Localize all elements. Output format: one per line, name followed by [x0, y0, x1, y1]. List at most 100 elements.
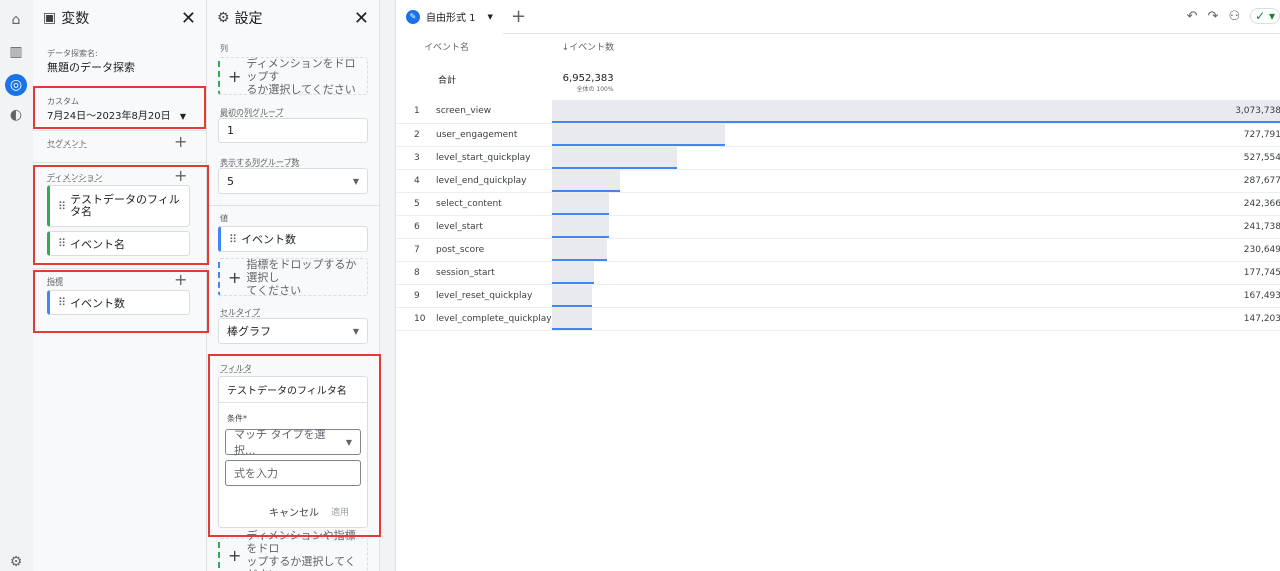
columns-label: 列	[220, 44, 228, 53]
row-event-name[interactable]: level_start_quickplay	[436, 146, 552, 170]
value-bar	[551, 192, 610, 215]
settings-title: 設定	[234, 11, 263, 27]
home-icon[interactable]: ⌂	[7, 11, 25, 29]
row-value-cell: 177,745	[551, 261, 1280, 285]
row-value: 167,493	[1243, 290, 1280, 301]
row-value-cell: 287,677	[551, 169, 1280, 193]
filter-drop-zone[interactable]: + ディメンションや指標をドロ ップするか選択してください	[218, 529, 368, 571]
add-segment-icon[interactable]: +	[174, 132, 187, 151]
table-row[interactable]: 2 user_engagement 727,791	[396, 123, 1280, 147]
reports-icon[interactable]: ▥	[7, 43, 25, 61]
row-value: 230,649	[1243, 244, 1280, 255]
row-value-cell: 147,203	[551, 307, 1280, 331]
settings-gear-icon[interactable]: ⚙	[7, 553, 25, 571]
row-value: 177,745	[1243, 267, 1280, 278]
display-column-groups-value: 5	[227, 174, 234, 188]
plus-icon: +	[228, 267, 242, 287]
value-bar	[551, 123, 725, 146]
row-event-name[interactable]: user_engagement	[436, 123, 552, 147]
row-index: 3	[396, 146, 436, 170]
row-value-cell: 167,493	[551, 284, 1280, 308]
plus-icon: +	[228, 66, 242, 86]
table-row[interactable]: 3 level_start_quickplay 527,554	[396, 146, 1280, 170]
row-value-cell: 241,738	[551, 215, 1280, 239]
gear-icon: ⚙	[217, 10, 230, 26]
total-value: 6,952,383	[562, 73, 614, 84]
value-bar	[551, 261, 594, 284]
row-event-name[interactable]: screen_view	[436, 100, 552, 124]
divider	[207, 205, 380, 206]
row-value: 287,677	[1243, 175, 1280, 186]
table-row[interactable]: 6 level_start 241,738	[396, 215, 1280, 239]
variables-icon: ▣	[43, 10, 57, 26]
table-row[interactable]: 9 level_reset_quickplay 167,493	[396, 284, 1280, 308]
row-event-name[interactable]: post_score	[436, 238, 552, 262]
tab-freeform[interactable]: ✎ 自由形式 1 ▼	[396, 0, 503, 34]
column-header-metric[interactable]: ↓イベント数	[552, 34, 1280, 58]
table-row[interactable]: 10 level_complete_quickplay 147,203	[396, 307, 1280, 331]
value-chip-label: イベント数	[241, 233, 297, 246]
add-tab-icon[interactable]: +	[511, 6, 526, 27]
advertising-icon[interactable]: ◐	[7, 106, 25, 124]
value-bar	[551, 100, 1280, 123]
first-column-group-input[interactable]: 1	[218, 118, 368, 143]
table-row[interactable]: 1 screen_view 3,073,738	[396, 100, 1280, 124]
row-index: 7	[396, 238, 436, 262]
row-event-name[interactable]: session_start	[436, 261, 552, 285]
undo-icon[interactable]: ↶	[1187, 9, 1198, 24]
value-bar	[551, 146, 678, 169]
row-index: 1	[396, 100, 436, 124]
row-value-cell: 527,554	[551, 146, 1280, 170]
cell-type-select[interactable]: 棒グラフ ▼	[218, 318, 368, 344]
chevron-down-icon[interactable]: ▼	[488, 13, 493, 21]
display-column-groups-label: 表示する列グループ数	[220, 158, 300, 167]
display-column-groups-select[interactable]: 5 ▼	[218, 168, 368, 194]
drag-handle-icon[interactable]: ⠿	[229, 233, 237, 246]
tab-label: 自由形式 1	[426, 13, 476, 24]
row-event-name[interactable]: select_content	[436, 192, 552, 216]
report-table: イベント名 ↓イベント数 合計 6,952,383 全体の 100% 1 scre…	[396, 34, 1280, 331]
value-bar	[551, 169, 621, 192]
status-check-icon[interactable]: ✓ ▾	[1250, 8, 1280, 24]
row-event-name[interactable]: level_end_quickplay	[436, 169, 552, 193]
highlight-dimensions	[33, 165, 209, 265]
settings-header: ⚙ 設定 ✕	[207, 0, 379, 36]
values-drop-zone[interactable]: + 指標をドロップするか選択し てください	[218, 257, 368, 297]
row-value: 727,791	[1243, 129, 1280, 140]
row-event-name[interactable]: level_complete_quickplay	[436, 307, 552, 331]
columns-drop-zone[interactable]: + ディメンションをドロップす るか選択してください	[218, 57, 368, 96]
value-bar	[551, 284, 592, 307]
row-index: 9	[396, 284, 436, 308]
first-column-group-value: 1	[227, 124, 234, 137]
first-column-group-label: 最初の列グループ	[220, 108, 284, 117]
close-icon[interactable]: ✕	[181, 8, 196, 29]
column-header-dimension[interactable]: イベント名	[396, 34, 552, 58]
exploration-name-label: データ探索名:	[47, 49, 98, 58]
cell-type-value: 棒グラフ	[227, 325, 271, 338]
divider	[33, 130, 207, 131]
row-value-cell: 230,649	[551, 238, 1280, 262]
cell-type-label: セルタイプ	[220, 308, 260, 317]
row-event-name[interactable]: level_reset_quickplay	[436, 284, 552, 308]
close-icon[interactable]: ✕	[354, 8, 369, 29]
share-user-icon[interactable]: ⚇	[1228, 9, 1240, 24]
row-index: 4	[396, 169, 436, 193]
table-row[interactable]: 7 post_score 230,649	[396, 238, 1280, 262]
value-chip[interactable]: ⠿ イベント数	[218, 226, 368, 252]
row-value: 147,203	[1243, 313, 1280, 324]
explore-icon[interactable]: ◎	[5, 74, 27, 96]
variables-header: ▣ 変数 ✕	[33, 0, 206, 36]
row-event-name[interactable]: level_start	[436, 215, 552, 239]
exploration-name[interactable]: データ探索名: 無題のデータ探索	[47, 48, 135, 75]
table-row[interactable]: 8 session_start 177,745	[396, 261, 1280, 285]
values-drop-text: 指標をドロップするか選択し てください	[246, 257, 357, 297]
divider	[33, 268, 207, 269]
plus-icon: +	[228, 545, 242, 565]
row-value-cell: 242,366	[551, 192, 1280, 216]
total-percent: 全体の 100%	[576, 86, 614, 93]
value-bar	[551, 238, 607, 261]
redo-icon[interactable]: ↷	[1208, 9, 1219, 24]
highlight-filter	[208, 354, 381, 537]
table-row[interactable]: 5 select_content 242,366	[396, 192, 1280, 216]
table-row[interactable]: 4 level_end_quickplay 287,677	[396, 169, 1280, 193]
